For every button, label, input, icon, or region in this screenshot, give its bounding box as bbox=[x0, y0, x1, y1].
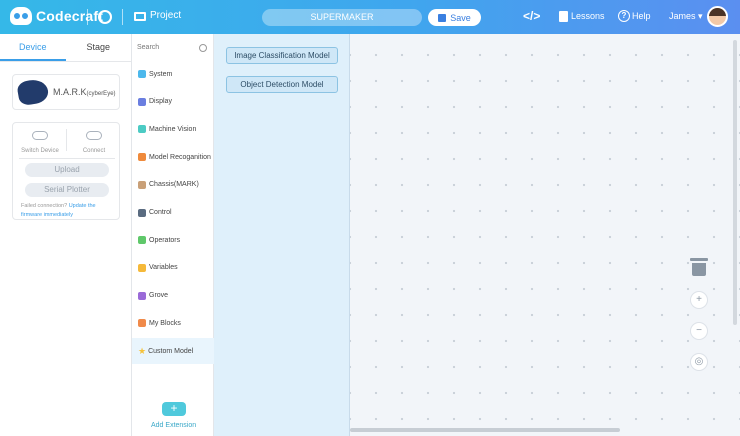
robot-image bbox=[16, 77, 50, 107]
switch-icon bbox=[32, 131, 48, 140]
category-color-icon bbox=[138, 153, 146, 162]
book-icon[interactable] bbox=[559, 11, 568, 22]
user-name: James bbox=[669, 11, 696, 21]
device-card[interactable]: M.A.R.K(cyberEye) bbox=[12, 74, 120, 110]
category-label: My Blocks bbox=[149, 319, 181, 327]
project-menu[interactable]: Project bbox=[150, 10, 181, 21]
category-machine-vision[interactable]: Machine Vision bbox=[132, 116, 214, 142]
category-custom-model[interactable]: ★ Custom Model bbox=[132, 338, 214, 364]
globe-icon[interactable] bbox=[98, 10, 112, 24]
owl-logo-icon bbox=[10, 7, 32, 25]
lessons-link[interactable]: Lessons bbox=[571, 11, 605, 21]
tab-device[interactable]: Device bbox=[0, 34, 66, 61]
connect-button[interactable]: Connect bbox=[69, 131, 119, 154]
zoom-in-icon[interactable]: + bbox=[690, 291, 708, 309]
brand-name: Codecraft bbox=[36, 8, 104, 24]
category-label: System bbox=[149, 70, 173, 78]
category-color-icon bbox=[138, 208, 146, 217]
folder-icon[interactable] bbox=[134, 12, 146, 21]
category-label: Operators bbox=[149, 236, 181, 244]
link-icon bbox=[86, 131, 102, 140]
object-detection-block[interactable]: Object Detection Model bbox=[226, 76, 338, 93]
trash-icon[interactable] bbox=[690, 258, 708, 276]
tab-stage[interactable]: Stage bbox=[66, 34, 132, 61]
device-name: M.A.R.K(cyberEye) bbox=[53, 87, 116, 97]
vertical-scrollbar[interactable] bbox=[733, 40, 737, 325]
code-workspace[interactable] bbox=[350, 34, 740, 436]
recenter-icon[interactable]: ◎ bbox=[690, 353, 708, 371]
image-classification-block[interactable]: Image Classification Model bbox=[226, 47, 338, 64]
category-model-recoganition[interactable]: Model Recoganition bbox=[132, 144, 214, 170]
category-label: Machine Vision bbox=[149, 125, 197, 133]
star-icon: ★ bbox=[138, 345, 147, 356]
connection-card: Switch Device Connect Upload Serial Plot… bbox=[12, 122, 120, 220]
fail-text: Failed connection? bbox=[21, 203, 68, 209]
category-color-icon bbox=[138, 236, 146, 245]
category-label: Custom Model bbox=[148, 347, 194, 355]
project-name-field[interactable]: SUPERMAKER bbox=[262, 9, 422, 26]
add-extension-button[interactable]: Add Extension bbox=[151, 422, 196, 429]
category-color-icon bbox=[138, 70, 146, 78]
category-my-blocks[interactable]: My Blocks bbox=[132, 310, 214, 336]
save-icon bbox=[438, 13, 447, 22]
category-system[interactable]: System bbox=[132, 61, 214, 87]
horizontal-scrollbar[interactable] bbox=[350, 428, 620, 432]
category-label: Display bbox=[149, 98, 172, 106]
category-display[interactable]: Display bbox=[132, 89, 214, 115]
search-icon[interactable] bbox=[199, 44, 207, 52]
category-color-icon bbox=[138, 319, 146, 328]
category-color-icon bbox=[138, 263, 146, 272]
category-color-icon bbox=[138, 125, 146, 134]
device-sub-text: (cyberEye) bbox=[86, 91, 116, 97]
category-color-icon bbox=[138, 180, 146, 189]
category-color-icon bbox=[138, 97, 146, 106]
code-view-button[interactable]: </> bbox=[523, 9, 540, 23]
zoom-out-icon[interactable]: − bbox=[690, 322, 708, 340]
blocks-palette: Image Classification Model Object Detect… bbox=[214, 34, 350, 436]
top-bar: Codecraft Project SUPERMAKER Save </> Le… bbox=[0, 0, 740, 34]
search-input[interactable]: Search bbox=[137, 44, 159, 51]
help-icon[interactable]: ? bbox=[618, 10, 630, 22]
category-label: Model Recoganition bbox=[149, 153, 211, 161]
divider bbox=[87, 9, 88, 25]
connect-label: Connect bbox=[82, 148, 106, 154]
serial-plotter-button[interactable]: Serial Plotter bbox=[25, 183, 109, 197]
divider bbox=[122, 9, 123, 25]
category-chassis-mark[interactable]: Chassis(MARK) bbox=[132, 172, 214, 198]
category-label: Control bbox=[149, 209, 172, 216]
category-color-icon bbox=[138, 291, 146, 300]
category-variables[interactable]: Variables bbox=[132, 255, 214, 281]
device-panel: Device Stage M.A.R.K(cyberEye) Switch De… bbox=[0, 34, 132, 436]
help-link[interactable]: Help bbox=[632, 11, 651, 21]
category-label: Chassis(MARK) bbox=[149, 181, 199, 189]
codecraft-logo[interactable]: Codecraft bbox=[10, 7, 103, 25]
upload-button[interactable]: Upload bbox=[25, 163, 109, 177]
category-panel: Search System Display Machine Vision Model … bbox=[132, 34, 214, 436]
category-control[interactable]: Control bbox=[132, 200, 214, 226]
switch-device-label: Switch Device bbox=[21, 148, 59, 154]
divider bbox=[66, 129, 67, 151]
add-extension-icon[interactable]: + bbox=[162, 402, 186, 416]
save-label: Save bbox=[450, 12, 471, 23]
save-button[interactable]: Save bbox=[428, 9, 481, 26]
failed-connection-text: Failed connection? Update the firmware i… bbox=[21, 202, 117, 220]
avatar[interactable] bbox=[707, 6, 728, 27]
category-label: Variables bbox=[149, 264, 178, 272]
category-label: Grove bbox=[149, 292, 169, 300]
divider bbox=[19, 158, 115, 159]
category-grove[interactable]: Grove bbox=[132, 283, 214, 309]
category-operators[interactable]: Operators bbox=[132, 227, 214, 253]
user-menu[interactable]: James ▾ bbox=[669, 11, 703, 22]
switch-device-button[interactable]: Switch Device bbox=[15, 131, 65, 154]
device-name-text: M.A.R.K bbox=[53, 87, 87, 97]
